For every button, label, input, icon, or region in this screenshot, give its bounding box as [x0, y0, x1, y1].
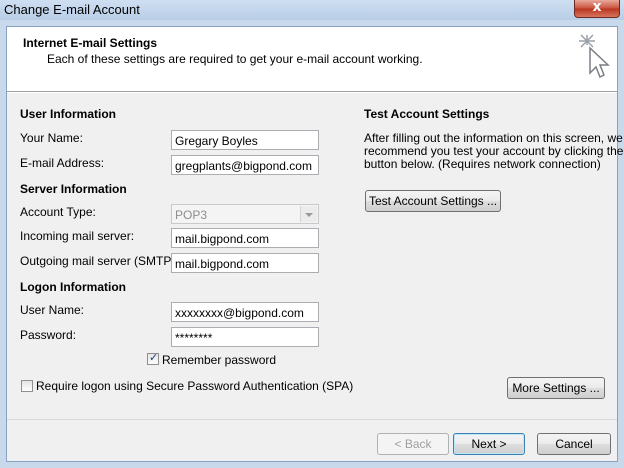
outgoing-server-field[interactable]: mail.bigpond.com	[171, 253, 319, 273]
test-description-line-3: button below. (Requires network connecti…	[364, 157, 601, 171]
username-field[interactable]: xxxxxxxx@bigpond.com	[171, 302, 319, 322]
header-panel: Internet E-mail Settings Each of these s…	[7, 27, 617, 92]
name-field[interactable]: Gregary Boyles	[171, 130, 319, 150]
dialog-frame: Internet E-mail Settings Each of these s…	[6, 26, 623, 462]
header-divider	[7, 92, 617, 93]
spa-checkbox[interactable]	[21, 380, 33, 392]
remember-password-label: Remember password	[162, 353, 277, 367]
bottom-separator	[7, 419, 617, 420]
name-label: Your Name:	[20, 131, 83, 145]
account-type-label: Account Type:	[20, 205, 96, 219]
cancel-button[interactable]: Cancel	[537, 433, 611, 455]
header-subtitle: Each of these settings are required to g…	[47, 52, 423, 66]
close-button[interactable]: x	[574, 0, 620, 18]
incoming-server-field[interactable]: mail.bigpond.com	[171, 228, 319, 248]
test-description-line-2: recommend you test your account by click…	[364, 144, 624, 158]
test-description-line-1: After filling out the information on thi…	[364, 131, 623, 145]
email-label: E-mail Address:	[20, 156, 105, 170]
header-title: Internet E-mail Settings	[23, 36, 158, 50]
test-settings-heading: Test Account Settings	[364, 107, 490, 121]
password-label: Password:	[20, 328, 77, 342]
title-bar: Change E-mail Account x	[0, 0, 624, 20]
user-info-heading: User Information	[20, 107, 117, 121]
test-account-settings-button[interactable]: Test Account Settings ...	[365, 190, 501, 212]
remember-password-checkbox[interactable]	[147, 351, 159, 365]
email-field[interactable]: gregplants@bigpond.com	[171, 155, 319, 175]
username-label: User Name:	[20, 303, 85, 317]
next-button[interactable]: Next >	[453, 433, 525, 455]
window-title: Change E-mail Account	[4, 2, 140, 17]
incoming-server-label: Incoming mail server:	[20, 229, 135, 243]
password-field[interactable]: ********	[171, 327, 319, 347]
outgoing-server-label: Outgoing mail server (SMTP):	[20, 254, 179, 268]
chevron-down-icon	[300, 206, 317, 222]
spa-label: Require logon using Secure Password Auth…	[36, 379, 354, 393]
close-icon: x	[592, 0, 602, 15]
account-type-value: POP3	[175, 208, 208, 222]
cursor-sparkle-icon	[579, 34, 610, 79]
server-info-heading: Server Information	[20, 182, 127, 196]
more-settings-button[interactable]: More Settings ...	[507, 377, 605, 399]
logon-info-heading: Logon Information	[20, 280, 126, 294]
account-type-select: POP3	[171, 204, 319, 224]
back-button[interactable]: < Back	[377, 433, 449, 455]
